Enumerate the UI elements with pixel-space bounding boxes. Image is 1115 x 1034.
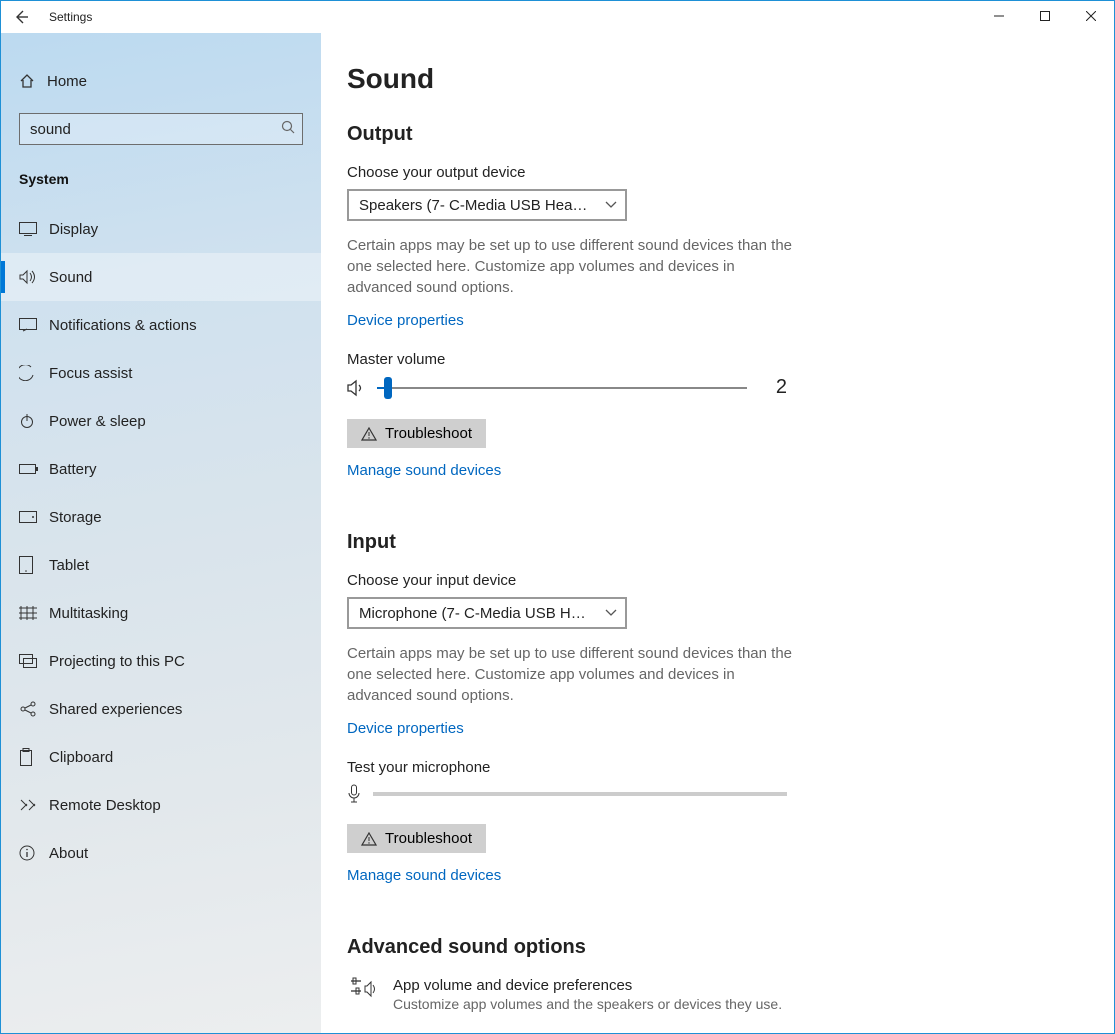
window-title: Settings — [49, 10, 92, 24]
output-hint: Certain apps may be set up to use differ… — [347, 235, 797, 298]
input-troubleshoot-button[interactable]: Troubleshoot — [347, 824, 486, 853]
sidebar-item-label: Battery — [49, 461, 97, 478]
chevron-down-icon — [605, 609, 617, 617]
output-choose-label: Choose your output device — [347, 164, 1074, 181]
search-input[interactable] — [19, 113, 303, 145]
input-troubleshoot-label: Troubleshoot — [385, 830, 472, 847]
input-manage-link[interactable]: Manage sound devices — [347, 867, 501, 884]
output-troubleshoot-button[interactable]: Troubleshoot — [347, 419, 486, 448]
storage-icon — [19, 511, 49, 523]
microphone-icon — [347, 784, 361, 804]
master-volume-value: 2 — [757, 376, 787, 399]
sidebar-item-notifications[interactable]: Notifications & actions — [1, 301, 321, 349]
input-device-selected: Microphone (7- C-Media USB Hea... — [359, 605, 589, 622]
sound-icon — [19, 269, 49, 285]
speaker-icon[interactable] — [347, 379, 367, 397]
test-microphone-label: Test your microphone — [347, 759, 1074, 776]
input-choose-label: Choose your input device — [347, 572, 1074, 589]
projecting-icon — [19, 654, 49, 668]
sidebar-item-shared-experiences[interactable]: Shared experiences — [1, 685, 321, 733]
sidebar-item-label: Sound — [49, 269, 92, 286]
category-header: System — [1, 153, 321, 205]
app-volume-prefs[interactable]: App volume and device preferences Custom… — [347, 977, 1074, 1012]
battery-icon — [19, 463, 49, 475]
sidebar-item-label: Storage — [49, 509, 102, 526]
sidebar-item-label: Shared experiences — [49, 701, 182, 718]
sidebar-item-label: Focus assist — [49, 365, 132, 382]
content-pane: Sound Output Choose your output device S… — [321, 33, 1114, 1033]
input-hint: Certain apps may be set up to use differ… — [347, 643, 797, 706]
multitasking-icon — [19, 606, 49, 620]
sidebar-item-storage[interactable]: Storage — [1, 493, 321, 541]
remote-desktop-icon — [19, 798, 49, 812]
output-troubleshoot-label: Troubleshoot — [385, 425, 472, 442]
sidebar-item-label: Multitasking — [49, 605, 128, 622]
display-icon — [19, 222, 49, 236]
sidebar-item-focus-assist[interactable]: Focus assist — [1, 349, 321, 397]
minimize-button[interactable] — [976, 1, 1022, 31]
sidebar-item-tablet[interactable]: Tablet — [1, 541, 321, 589]
output-manage-link[interactable]: Manage sound devices — [347, 462, 501, 479]
slider-thumb[interactable] — [384, 377, 392, 399]
chevron-down-icon — [605, 201, 617, 209]
sidebar-item-power-sleep[interactable]: Power & sleep — [1, 397, 321, 445]
maximize-button[interactable] — [1022, 1, 1068, 31]
shared-icon — [19, 701, 49, 717]
home-nav[interactable]: Home — [1, 59, 321, 103]
sidebar-item-about[interactable]: About — [1, 829, 321, 877]
sidebar-item-label: Power & sleep — [49, 413, 146, 430]
tablet-icon — [19, 556, 49, 574]
sidebar-item-label: Notifications & actions — [49, 317, 197, 334]
advanced-heading: Advanced sound options — [347, 936, 1074, 959]
about-icon — [19, 845, 49, 861]
input-heading: Input — [347, 531, 1074, 554]
warning-icon — [361, 832, 377, 846]
mic-level-bar — [373, 792, 787, 796]
power-icon — [19, 413, 49, 429]
input-device-properties-link[interactable]: Device properties — [347, 720, 464, 737]
focus-assist-icon — [19, 365, 49, 381]
clipboard-icon — [19, 748, 49, 766]
sidebar-item-label: Clipboard — [49, 749, 113, 766]
input-device-dropdown[interactable]: Microphone (7- C-Media USB Hea... — [347, 597, 627, 629]
sidebar-item-sound[interactable]: Sound — [1, 253, 321, 301]
master-volume-slider[interactable] — [377, 387, 747, 389]
home-label: Home — [47, 73, 87, 90]
home-icon — [19, 73, 47, 89]
app-volume-icon — [347, 977, 377, 1001]
notifications-icon — [19, 318, 49, 332]
sidebar-item-multitasking[interactable]: Multitasking — [1, 589, 321, 637]
back-button[interactable] — [1, 1, 41, 33]
app-volume-subtitle: Customize app volumes and the speakers o… — [393, 996, 782, 1012]
sidebar-item-remote-desktop[interactable]: Remote Desktop — [1, 781, 321, 829]
titlebar: Settings — [1, 1, 1114, 33]
page-title: Sound — [347, 63, 1074, 95]
window-buttons — [976, 1, 1114, 31]
search-wrap — [19, 113, 303, 145]
sidebar-item-display[interactable]: Display — [1, 205, 321, 253]
app-volume-title: App volume and device preferences — [393, 977, 782, 994]
sidebar-item-label: Display — [49, 221, 98, 238]
sidebar-item-label: Tablet — [49, 557, 89, 574]
output-device-dropdown[interactable]: Speakers (7- C-Media USB Headp... — [347, 189, 627, 221]
master-volume-label: Master volume — [347, 351, 1074, 368]
sidebar-item-clipboard[interactable]: Clipboard — [1, 733, 321, 781]
output-heading: Output — [347, 123, 1074, 146]
output-device-selected: Speakers (7- C-Media USB Headp... — [359, 197, 589, 214]
sidebar-item-battery[interactable]: Battery — [1, 445, 321, 493]
sidebar-item-label: Projecting to this PC — [49, 653, 185, 670]
search-icon — [281, 120, 295, 134]
close-button[interactable] — [1068, 1, 1114, 31]
sidebar-item-label: Remote Desktop — [49, 797, 161, 814]
warning-icon — [361, 427, 377, 441]
output-device-properties-link[interactable]: Device properties — [347, 312, 464, 329]
sidebar: Home System Display Sound Notifications … — [1, 33, 321, 1033]
sidebar-item-projecting[interactable]: Projecting to this PC — [1, 637, 321, 685]
sidebar-item-label: About — [49, 845, 88, 862]
